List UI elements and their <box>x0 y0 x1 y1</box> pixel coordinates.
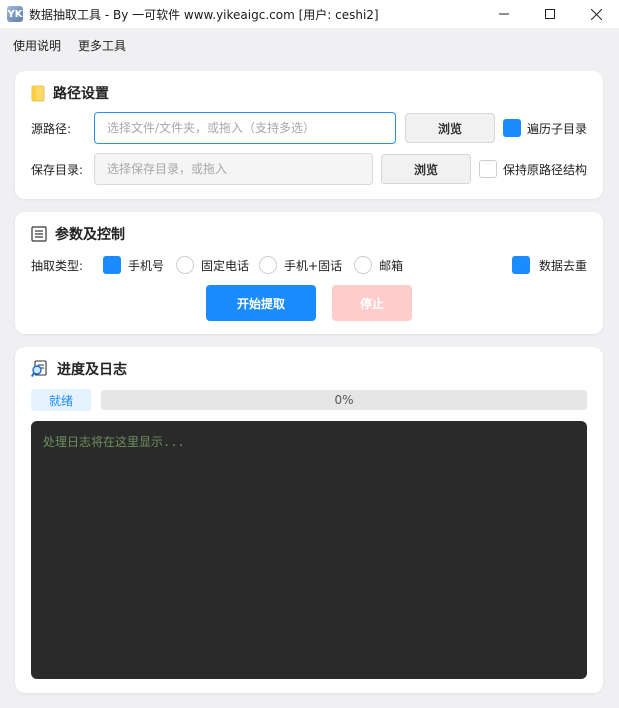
params-card: 参数及控制 抽取类型: 手机号 固定电话 手机+固话 邮箱 数据去重 开始提取 … <box>15 212 603 334</box>
params-title-text: 参数及控制 <box>55 227 125 243</box>
type-radio-email-label: 邮箱 <box>379 258 404 273</box>
close-button[interactable] <box>573 0 619 28</box>
stop-button[interactable]: 停止 <box>332 285 412 321</box>
progress-percent-text: 0% <box>334 393 354 407</box>
status-badge: 就绪 <box>31 389 91 411</box>
path-settings-title-text: 路径设置 <box>53 86 109 102</box>
keep-structure-checkbox-box[interactable] <box>479 160 497 178</box>
type-radio-mobile-dot[interactable] <box>103 256 121 274</box>
menu-item-more-tools[interactable]: 更多工具 <box>71 37 133 54</box>
type-radio-landline[interactable]: 固定电话 <box>176 256 249 274</box>
dedupe-checkbox-box[interactable] <box>511 256 530 274</box>
type-radio-landline-label: 固定电话 <box>201 258 250 273</box>
title-bar: YK 数据抽取工具 - By 一可软件 www.yikeaigc.com [用户… <box>0 0 619 28</box>
dedupe-checkbox[interactable]: 数据去重 <box>511 256 587 274</box>
params-title: 参数及控制 <box>31 224 125 244</box>
type-label: 抽取类型: <box>31 258 84 273</box>
maximize-icon <box>545 9 555 19</box>
type-radio-mobile[interactable]: 手机号 <box>103 256 164 274</box>
type-radio-landline-dot[interactable] <box>176 256 195 274</box>
save-browse-button[interactable]: 浏览 <box>381 154 471 184</box>
window-title: 数据抽取工具 - By 一可软件 www.yikeaigc.com [用户: c… <box>29 7 379 22</box>
minimize-icon <box>499 13 509 15</box>
type-radio-mobile-landline-label: 手机+固话 <box>284 258 343 273</box>
start-extract-button[interactable]: 开始提取 <box>206 285 316 321</box>
type-radio-mobile-landline-dot[interactable] <box>259 256 278 274</box>
close-icon <box>590 8 602 20</box>
type-radio-email[interactable]: 邮箱 <box>354 256 403 274</box>
window-controls <box>481 0 619 28</box>
save-row: 保存目录: 浏览 保持原路径结构 <box>31 153 587 185</box>
progress-title: 进度及日志 <box>31 359 127 379</box>
document-list-icon <box>31 226 47 242</box>
save-label: 保存目录: <box>31 162 84 177</box>
source-label: 源路径: <box>31 121 72 136</box>
recursive-checkbox-box[interactable] <box>503 119 521 137</box>
log-placeholder: 处理日志将在这里显示... <box>43 435 185 449</box>
save-path-input[interactable] <box>94 153 373 185</box>
minimize-button[interactable] <box>481 0 527 28</box>
app-icon: YK <box>7 6 23 22</box>
menu-bar: 使用说明 更多工具 <box>0 32 133 58</box>
maximize-button[interactable] <box>527 0 573 28</box>
type-row: 抽取类型: 手机号 固定电话 手机+固话 邮箱 数据去重 <box>31 256 587 274</box>
keep-structure-checkbox[interactable]: 保持原路径结构 <box>479 160 587 178</box>
type-radio-mobile-landline[interactable]: 手机+固话 <box>259 256 342 274</box>
source-path-input[interactable] <box>94 112 396 144</box>
type-radio-email-dot[interactable] <box>354 256 373 274</box>
source-row: 源路径: 浏览 遍历子目录 <box>31 112 587 144</box>
folder-icon <box>31 84 45 102</box>
path-settings-title: 路径设置 <box>31 83 109 103</box>
log-panel[interactable]: 处理日志将在这里显示... <box>31 421 587 679</box>
progress-title-text: 进度及日志 <box>57 362 127 378</box>
recursive-checkbox-label: 遍历子目录 <box>527 121 588 136</box>
magnifier-document-icon <box>31 360 49 378</box>
type-radio-mobile-label: 手机号 <box>128 258 165 273</box>
progress-card: 进度及日志 就绪 0% 处理日志将在这里显示... <box>15 347 603 693</box>
progress-bar: 0% <box>101 390 587 410</box>
path-settings-card: 路径设置 源路径: 浏览 遍历子目录 保存目录: 浏览 保持原路径结构 <box>15 71 603 199</box>
source-browse-button[interactable]: 浏览 <box>405 113 495 143</box>
recursive-checkbox[interactable]: 遍历子目录 <box>503 119 587 137</box>
menu-item-help[interactable]: 使用说明 <box>6 37 68 54</box>
dedupe-checkbox-label: 数据去重 <box>538 258 587 273</box>
keep-structure-checkbox-label: 保持原路径结构 <box>503 162 588 177</box>
